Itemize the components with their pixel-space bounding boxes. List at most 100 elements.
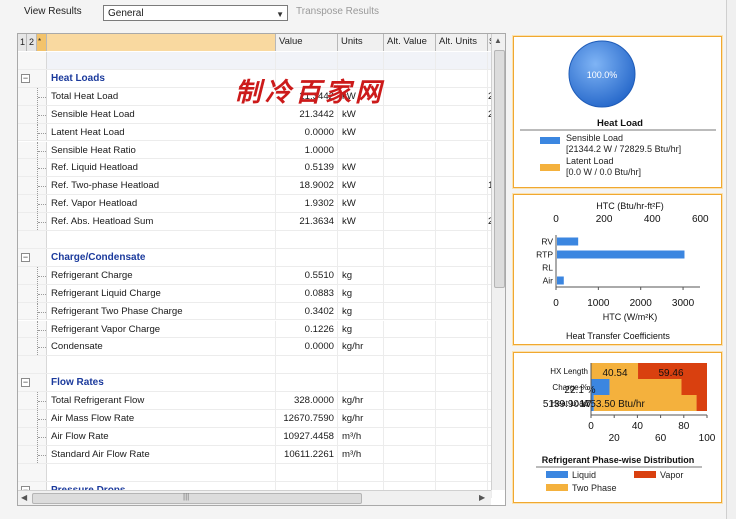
row-unit (338, 141, 384, 159)
phase-tick-label: 100 (699, 433, 716, 444)
phase-segment-label: 59.46 (658, 368, 683, 379)
row-alt-value (384, 445, 436, 463)
horizontal-scrollbar[interactable]: ◀ ||| ▶ (18, 490, 491, 505)
pie-slice-label: 100.0% (587, 70, 618, 80)
row-name (47, 463, 276, 481)
htc-bar-rtp (557, 250, 685, 259)
table-row[interactable]: Air Flow Rate 10927.4458 m³/h (18, 427, 492, 446)
scroll-up-icon[interactable]: ▲ (494, 36, 502, 45)
level-1-header[interactable]: 1 (18, 34, 27, 51)
row-alt-unit (436, 284, 488, 302)
row-name: Refrigerant Charge (47, 266, 276, 284)
row-name: Flow Rates (47, 374, 276, 392)
tree-connector (37, 87, 47, 105)
star-header[interactable]: * (37, 34, 47, 51)
legend-swatch-two-phase (546, 484, 568, 491)
row-name: Charge/Condensate (47, 248, 276, 266)
htc-top-tick-label: 400 (644, 214, 661, 225)
row-alt-value (384, 123, 436, 141)
row-value: 0.0000 (276, 338, 338, 356)
table-row[interactable]: Condensate 0.0000 kg/hr (18, 338, 492, 357)
chevron-down-icon[interactable]: ▼ (276, 8, 284, 21)
tree-connector (37, 213, 47, 230)
table-row[interactable]: Ref. Abs. Heatload Sum21.3634kW2 (18, 213, 492, 231)
tree-connector (37, 266, 47, 284)
tree-connector (37, 427, 47, 445)
collapse-icon[interactable]: − (21, 73, 30, 83)
htc-bottom-tick-label: 1000 (587, 298, 610, 309)
row-gutter (18, 356, 47, 374)
row-alt-value (384, 427, 436, 445)
level-2-header[interactable]: 2 (27, 34, 37, 51)
table-row[interactable]: Refrigerant Two Phase Charge 0.3402 kg (18, 302, 492, 321)
row-alt-unit (436, 302, 488, 320)
table-row[interactable]: Refrigerant Liquid Charge 0.0883 kg (18, 284, 492, 303)
alt-units-column-header[interactable]: Alt. Units (436, 34, 488, 51)
table-row[interactable]: Refrigerant Charge 0.5510 kg (18, 266, 492, 285)
tree-connector (37, 159, 47, 177)
collapse-icon[interactable]: − (21, 378, 30, 388)
section-row[interactable]: − Charge/Condensate (18, 248, 492, 267)
legend-two-phase: Two Phase (572, 483, 617, 493)
horizontal-scroll-thumb[interactable] (32, 493, 362, 504)
units-column-header[interactable]: Units (338, 34, 384, 51)
htc-top-tick-label: 600 (692, 214, 709, 225)
row-unit: kW (338, 159, 384, 177)
value-column-header[interactable]: Value (276, 34, 338, 51)
row-name: Refrigerant Liquid Charge (47, 284, 276, 302)
row-value (276, 248, 338, 266)
table-row[interactable]: Total Refrigerant Flow 328.0000 kg/hr (18, 392, 492, 410)
section-row[interactable]: − Flow Rates (18, 374, 492, 393)
scroll-left-icon[interactable]: ◀ (21, 493, 27, 502)
vertical-scrollbar[interactable]: ▲ (491, 34, 505, 490)
phase-segment-label: 5139.90 W (543, 399, 592, 410)
row-name (47, 231, 276, 248)
row-alt-unit (436, 463, 488, 481)
heat-load-chart: 100.0% Heat Load Sensible Load [21344.2 … (520, 40, 716, 177)
tree-connector (37, 105, 47, 123)
heat-load-panel: 100.0% Heat Load Sensible Load [21344.2 … (513, 36, 722, 188)
row-value: 1.9302 (276, 195, 338, 213)
table-row[interactable]: Ref. Two-phase Heatload18.9002kW1 (18, 177, 492, 196)
row-alt-unit (436, 123, 488, 141)
view-results-label: View Results (24, 6, 82, 17)
htc-bottom-tick-label: 3000 (672, 298, 695, 309)
row-alt-unit (436, 374, 488, 392)
row-value: 0.0883 (276, 284, 338, 302)
alt-value-column-header[interactable]: Alt. Value (384, 34, 436, 51)
vertical-scroll-thumb[interactable] (494, 50, 505, 288)
table-row[interactable]: Ref. Vapor Heatload 1.9302 kW (18, 195, 492, 214)
watermark: 制冷百家网 (235, 78, 386, 108)
table-row[interactable]: Refrigerant Vapor Charge 0.1226 kg (18, 320, 492, 339)
row-value (276, 374, 338, 392)
collapse-icon[interactable]: − (21, 252, 30, 262)
legend-vapor: Vapor (660, 470, 683, 480)
row-gutter (18, 463, 47, 481)
row-alt-unit (436, 52, 488, 69)
phase-tick-label: 20 (609, 433, 621, 444)
row-alt-value (384, 320, 436, 338)
row-unit: kg (338, 302, 384, 320)
table-row[interactable]: Latent Heat Load 0.0000 kW (18, 123, 492, 142)
tree-connector (37, 177, 47, 195)
table-row[interactable]: Air Mass Flow Rate 12670.7590 kg/hr (18, 410, 492, 428)
tree-connector (37, 123, 47, 141)
row-alt-unit (436, 427, 488, 445)
name-column-header[interactable] (47, 34, 276, 51)
view-results-dropdown[interactable]: General ▼ (103, 5, 288, 21)
htc-top-tick-label: 0 (553, 214, 559, 225)
row-unit (338, 231, 384, 248)
spacer-row (18, 356, 492, 375)
phase-tick-label: 0 (588, 421, 594, 432)
row-unit (338, 374, 384, 392)
tree-connector (37, 195, 47, 213)
row-alt-unit (436, 195, 488, 213)
table-row[interactable]: Standard Air Flow Rate 10611.2261 m³/h (18, 445, 492, 464)
transpose-results-button[interactable]: Transpose Results (296, 6, 379, 17)
row-unit: kg/hr (338, 338, 384, 356)
table-row[interactable]: Sensible Heat Ratio 1.0000 (18, 141, 492, 160)
scroll-right-icon[interactable]: ▶ (479, 493, 485, 502)
table-row[interactable]: Ref. Liquid Heatload 0.5139 kW (18, 159, 492, 178)
phase-row-label: HX Length (550, 367, 588, 376)
htc-category-label: RL (542, 263, 553, 273)
